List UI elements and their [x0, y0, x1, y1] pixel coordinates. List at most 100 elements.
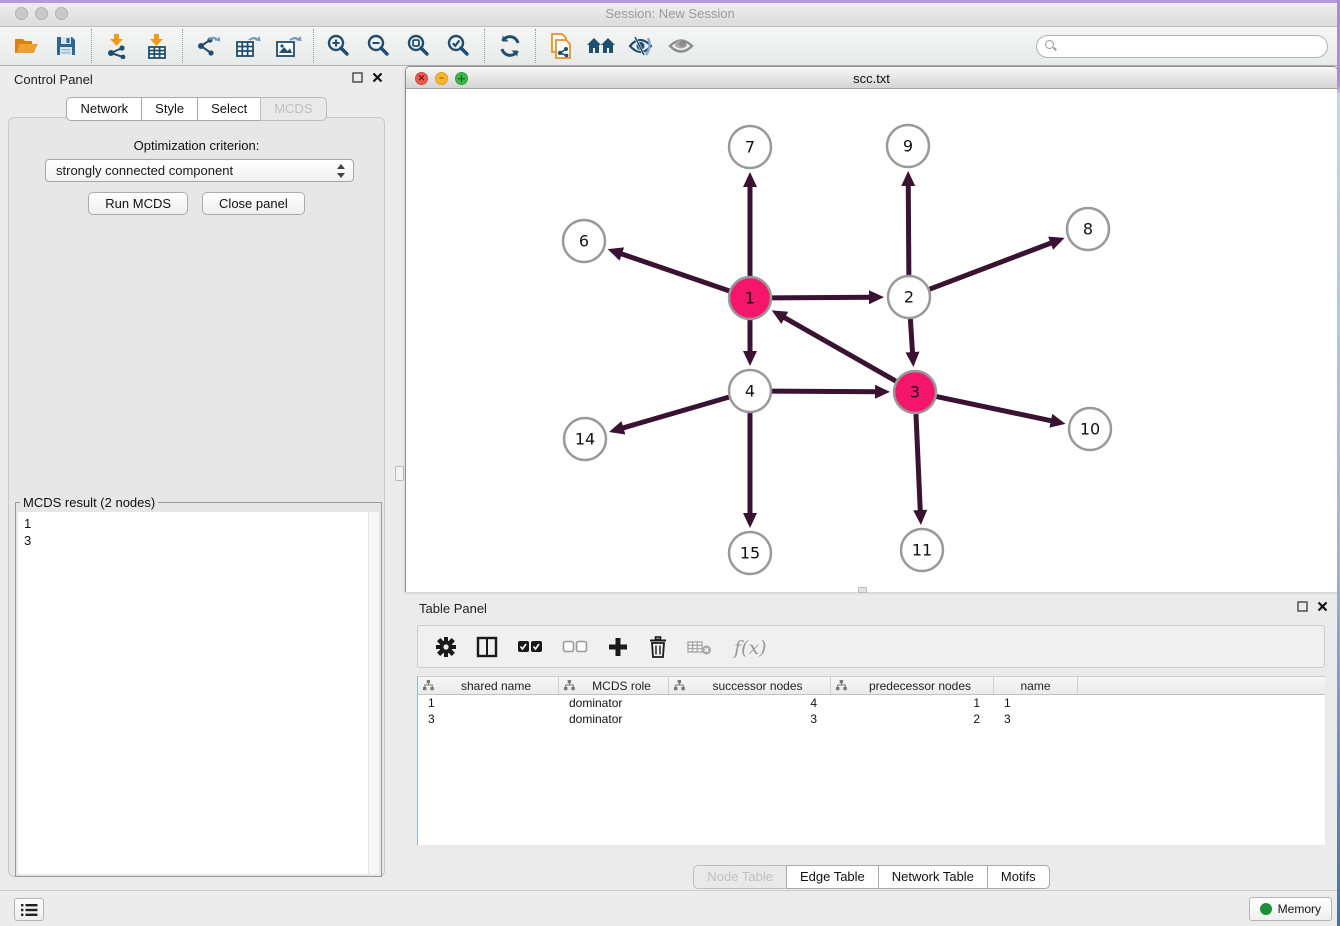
run-mcds-button[interactable]: Run MCDS: [88, 192, 188, 215]
edge-arrowhead: [901, 171, 915, 186]
sort-tree-icon[interactable]: [423, 680, 434, 691]
edge-3-10[interactable]: [937, 397, 1054, 422]
mcds-panel: Optimization criterion: strongly connect…: [8, 117, 385, 877]
search-input[interactable]: [1057, 37, 1327, 55]
zoom-selected-button[interactable]: [439, 29, 479, 63]
apply-layout-button[interactable]: [490, 29, 530, 63]
fit-content-icon: [406, 33, 432, 59]
hide-selected-icon: [627, 34, 655, 58]
edge-1-2[interactable]: [772, 297, 872, 298]
gear-icon[interactable]: [435, 636, 457, 658]
table-cell[interactable]: 3: [994, 711, 1078, 727]
edge-2-9[interactable]: [908, 183, 909, 275]
mcds-result-box[interactable]: 13: [18, 512, 379, 874]
edge-3-1[interactable]: [782, 316, 896, 381]
tab-style[interactable]: Style: [141, 97, 198, 121]
toolbar-separator: [484, 29, 485, 63]
table-cell[interactable]: 1: [994, 695, 1078, 711]
edge-2-3[interactable]: [910, 319, 912, 355]
tab-node-table[interactable]: Node Table: [693, 865, 787, 889]
zoom-out-button[interactable]: [359, 29, 399, 63]
sort-tree-icon[interactable]: [564, 680, 575, 691]
search-box[interactable]: [1036, 35, 1328, 58]
tab-motifs[interactable]: Motifs: [987, 865, 1050, 889]
tab-mcds[interactable]: MCDS: [260, 97, 326, 121]
column-header-name[interactable]: name: [994, 677, 1078, 694]
memory-label: Memory: [1278, 902, 1321, 916]
graph-node-label-1: 1: [745, 289, 755, 308]
export-image-button[interactable]: [268, 29, 308, 63]
edge-4-3[interactable]: [772, 391, 878, 392]
show-all-icon: [667, 34, 695, 58]
neighbors-button[interactable]: [581, 29, 621, 63]
close-panel-icon[interactable]: [372, 72, 383, 83]
tab-network-table[interactable]: Network Table: [878, 865, 988, 889]
fit-content-button[interactable]: [399, 29, 439, 63]
clone-network-button[interactable]: [541, 29, 581, 63]
criterion-select[interactable]: strongly connected component: [45, 159, 354, 182]
column-label: name: [994, 679, 1077, 693]
status-bar: Memory: [0, 890, 1340, 926]
select-all-icon[interactable]: [517, 640, 543, 654]
show-all-button[interactable]: [661, 29, 701, 63]
float-panel-icon[interactable]: [1297, 601, 1308, 612]
import-network-icon: [104, 33, 130, 59]
sort-tree-icon[interactable]: [836, 680, 847, 691]
close-panel-button[interactable]: Close panel: [202, 192, 305, 215]
control-panel-title: Control Panel: [14, 72, 93, 87]
edge-3-11[interactable]: [916, 414, 920, 513]
close-panel-icon[interactable]: [1317, 601, 1328, 612]
column-header-successor-nodes[interactable]: successor nodes: [669, 677, 831, 694]
memory-button[interactable]: Memory: [1249, 897, 1332, 921]
table-cell[interactable]: 2: [831, 711, 994, 727]
vertical-splitter-handle[interactable]: [395, 466, 404, 481]
column-header-shared-name[interactable]: shared name: [418, 677, 559, 694]
zoom-in-button[interactable]: [319, 29, 359, 63]
import-network-button[interactable]: [97, 29, 137, 63]
graph-node-label-15: 15: [740, 544, 760, 563]
network-canvas[interactable]: 7968124314101511: [406, 89, 1337, 592]
edge-4-14[interactable]: [621, 397, 729, 429]
table-row[interactable]: 3dominator323: [418, 711, 1325, 727]
tab-edge-table[interactable]: Edge Table: [786, 865, 879, 889]
table-row[interactable]: 1dominator411: [418, 695, 1325, 711]
import-table-button[interactable]: [137, 29, 177, 63]
sort-tree-icon[interactable]: [674, 680, 685, 691]
horizontal-splitter-handle[interactable]: [858, 587, 867, 593]
toolbar-separator: [91, 29, 92, 63]
table-cell[interactable]: 4: [669, 695, 831, 711]
edge-1-6[interactable]: [619, 253, 729, 291]
columns-icon[interactable]: [476, 636, 498, 658]
apply-layout-icon: [497, 33, 523, 59]
table-rows: 1dominator4113dominator323: [418, 695, 1325, 727]
graph-node-label-7: 7: [745, 138, 755, 157]
node-table[interactable]: shared nameMCDS rolesuccessor nodesprede…: [417, 676, 1325, 845]
task-history-button[interactable]: [14, 898, 44, 921]
delete-icon[interactable]: [648, 636, 668, 658]
criterion-value: strongly connected component: [56, 163, 233, 178]
table-cell[interactable]: dominator: [559, 711, 669, 727]
tab-network[interactable]: Network: [66, 97, 142, 121]
hide-selected-button[interactable]: [621, 29, 661, 63]
float-panel-icon[interactable]: [352, 72, 363, 83]
table-cell[interactable]: 3: [418, 711, 559, 727]
open-session-button[interactable]: [6, 29, 46, 63]
column-header-MCDS-role[interactable]: MCDS role: [559, 677, 669, 694]
main-toolbar: [0, 27, 1340, 66]
graph-node-label-2: 2: [904, 288, 914, 307]
add-icon[interactable]: [607, 636, 629, 658]
export-network-button[interactable]: [188, 29, 228, 63]
tab-select[interactable]: Select: [197, 97, 261, 121]
deselect-all-icon[interactable]: [562, 640, 588, 654]
function-builder-icon: f(x): [732, 634, 772, 660]
edge-2-8[interactable]: [930, 242, 1054, 289]
column-header-predecessor-nodes[interactable]: predecessor nodes: [831, 677, 994, 694]
result-scrollbar[interactable]: [368, 512, 379, 874]
table-cell[interactable]: 1: [831, 695, 994, 711]
table-header-row: shared nameMCDS rolesuccessor nodesprede…: [418, 676, 1325, 695]
export-table-button[interactable]: [228, 29, 268, 63]
table-cell[interactable]: dominator: [559, 695, 669, 711]
table-cell[interactable]: 1: [418, 695, 559, 711]
table-cell[interactable]: 3: [669, 711, 831, 727]
save-session-button[interactable]: [46, 29, 86, 63]
